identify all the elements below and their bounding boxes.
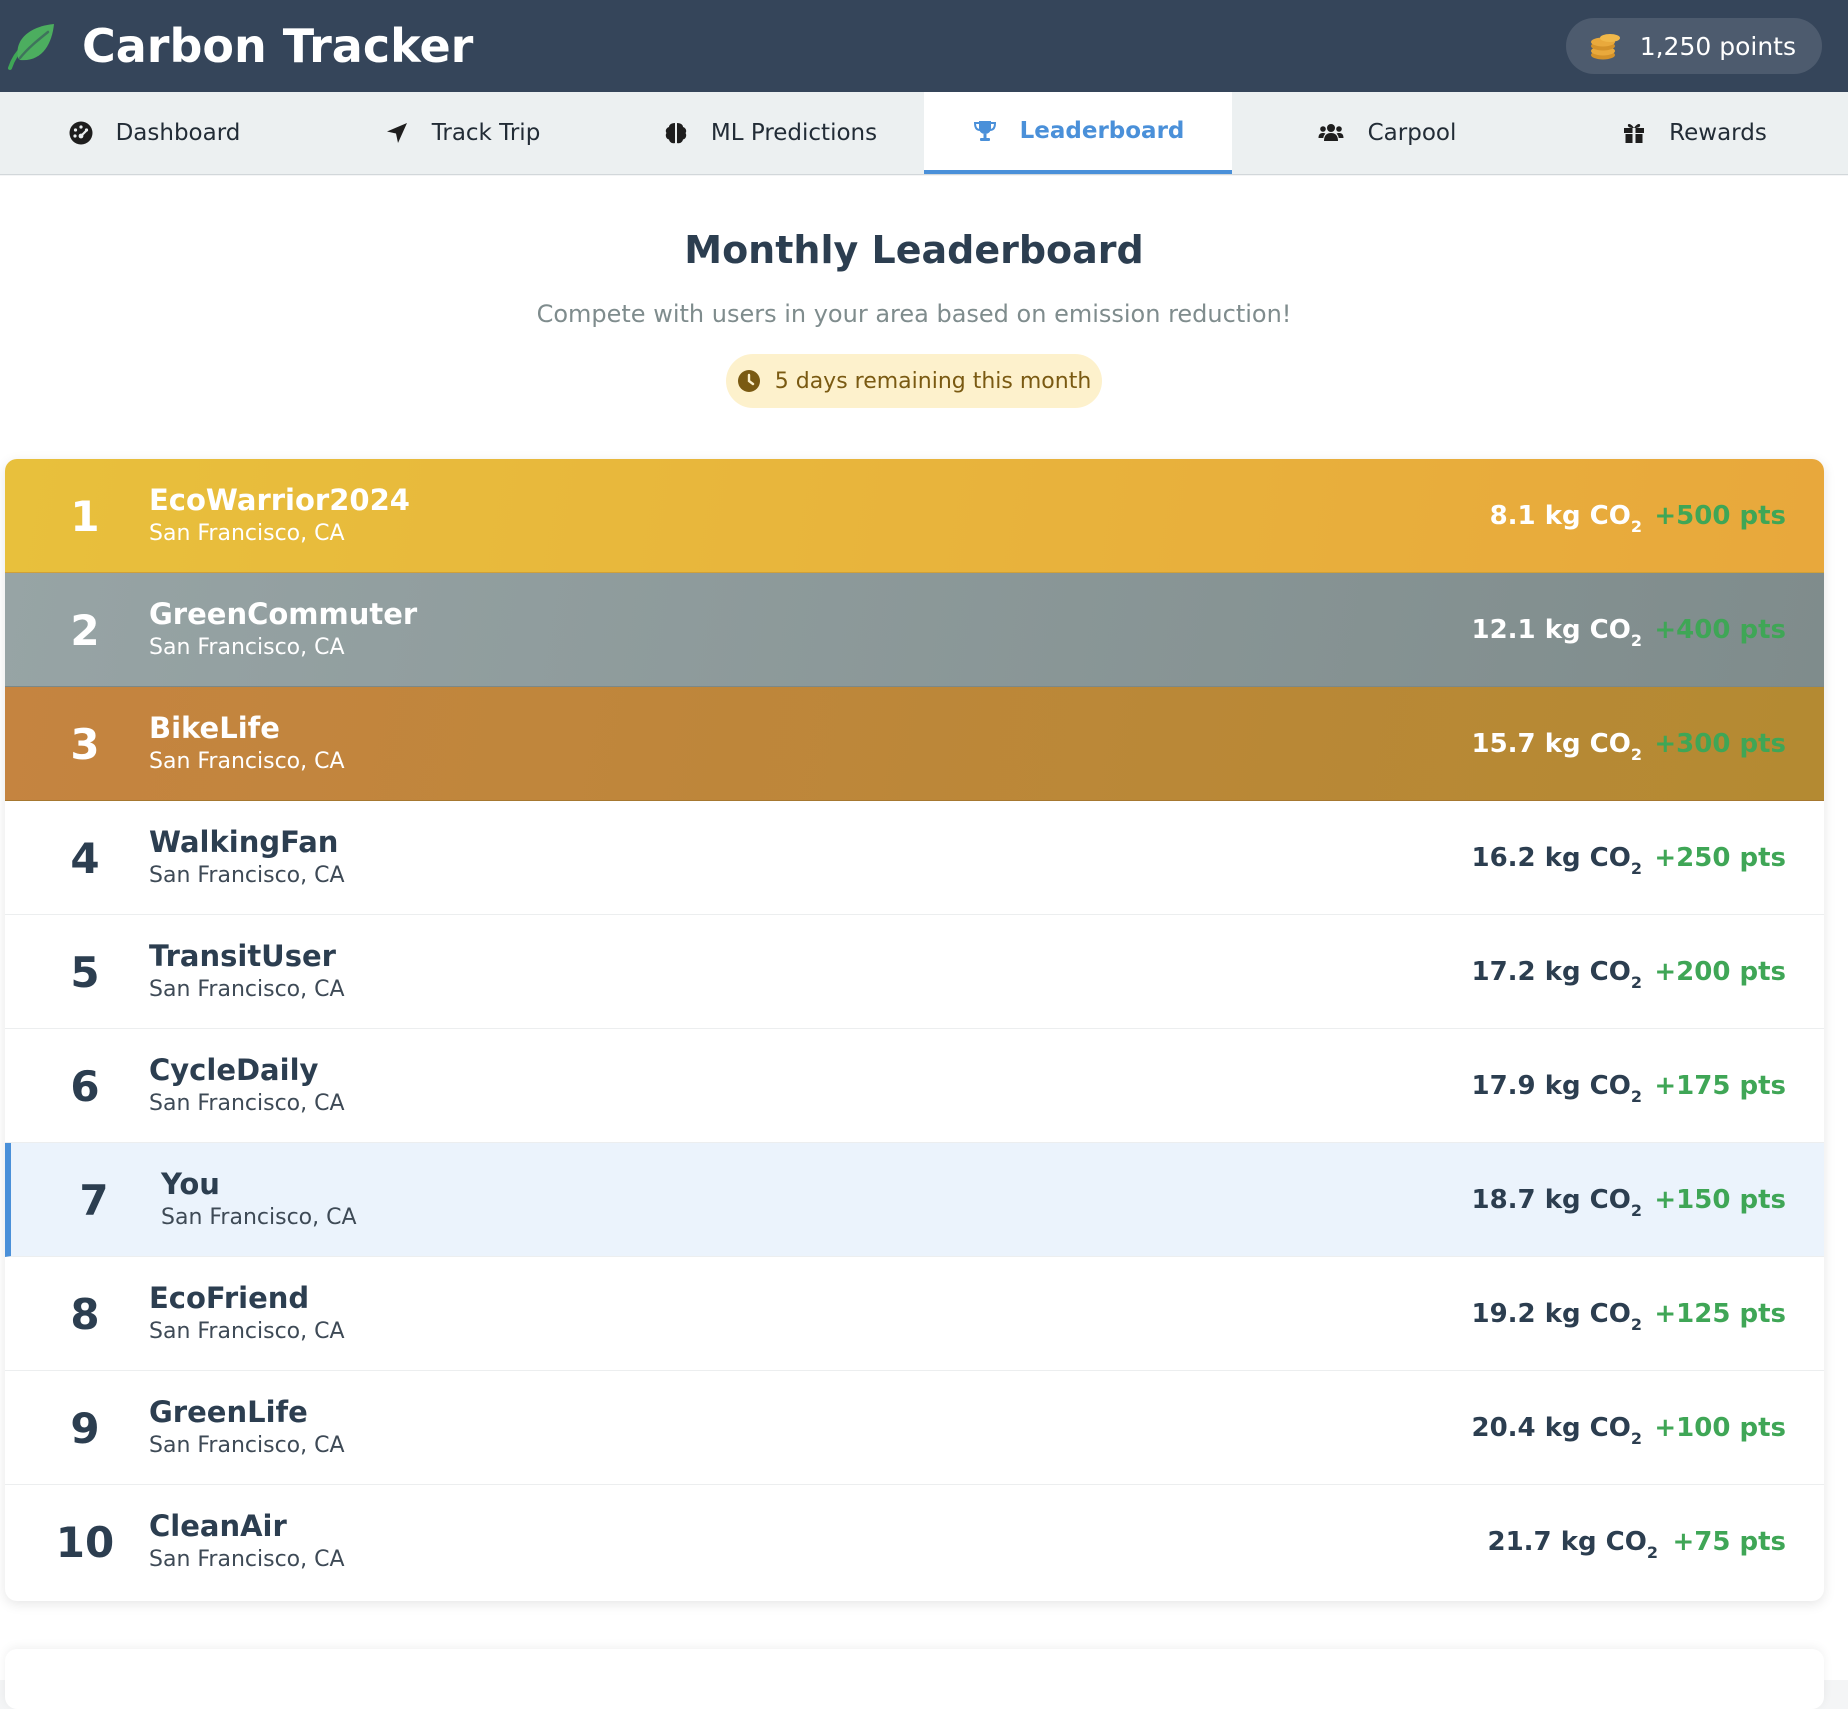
points-badge[interactable]: 1,250 points bbox=[1565, 18, 1822, 74]
user-name: You bbox=[161, 1167, 220, 1201]
rank-number: 10 bbox=[55, 1517, 115, 1567]
user-location: San Francisco, CA bbox=[149, 1433, 345, 1458]
tab-ml-predictions[interactable]: ML Predictions bbox=[616, 92, 924, 174]
leaderboard-table: 1 EcoWarrior2024 San Francisco, CA 8.1 k… bbox=[5, 459, 1824, 1601]
reward-points: +400 pts bbox=[1654, 615, 1786, 645]
reward-points: +125 pts bbox=[1654, 1299, 1786, 1329]
tab-leaderboard[interactable]: Leaderboard bbox=[924, 92, 1232, 174]
leaderboard-row[interactable]: 5 TransitUser San Francisco, CA 17.2 kg … bbox=[5, 915, 1824, 1029]
user-name: GreenCommuter bbox=[149, 597, 418, 631]
user-location: San Francisco, CA bbox=[149, 635, 345, 660]
reward-points: +250 pts bbox=[1654, 843, 1786, 873]
tab-track-trip[interactable]: Track Trip bbox=[308, 92, 616, 174]
leaderboard-row[interactable]: 4 WalkingFan San Francisco, CA 16.2 kg C… bbox=[5, 801, 1824, 915]
brand[interactable]: Carbon Tracker bbox=[6, 19, 473, 73]
leaderboard-row[interactable]: 8 EcoFriend San Francisco, CA 19.2 kg CO… bbox=[5, 1257, 1824, 1371]
user-location: San Francisco, CA bbox=[149, 1319, 345, 1344]
emissions-value: 21.7 kg CO2 bbox=[1487, 1527, 1659, 1562]
tab-label: Carpool bbox=[1367, 120, 1457, 146]
emissions-value: 15.7 kg CO2 bbox=[1471, 729, 1643, 764]
leaderboard-row[interactable]: 10 CleanAir San Francisco, CA 21.7 kg CO… bbox=[5, 1485, 1824, 1599]
tab-rewards[interactable]: Rewards bbox=[1540, 92, 1848, 174]
emissions-value: 12.1 kg CO2 bbox=[1471, 615, 1643, 650]
main-tabs: Dashboard Track Trip ML Predictions Lead… bbox=[0, 92, 1848, 175]
user-location: San Francisco, CA bbox=[149, 749, 345, 774]
app-header: Carbon Tracker 1,250 points bbox=[0, 0, 1848, 92]
points-value: 1,250 points bbox=[1639, 31, 1796, 61]
rank-number: 1 bbox=[70, 491, 100, 541]
reward-points: +175 pts bbox=[1654, 1071, 1786, 1101]
coins-icon bbox=[1590, 34, 1620, 60]
user-name: CleanAir bbox=[149, 1509, 287, 1543]
leaderboard-row-current-user[interactable]: 7 You San Francisco, CA 18.7 kg CO2 +150… bbox=[5, 1143, 1824, 1257]
reward-points: +75 pts bbox=[1672, 1527, 1786, 1557]
rank-number: 3 bbox=[70, 719, 100, 769]
user-location: San Francisco, CA bbox=[149, 1547, 345, 1572]
trophy-icon bbox=[973, 121, 996, 141]
dashboard-gauge-icon bbox=[69, 121, 93, 145]
reward-points: +150 pts bbox=[1654, 1185, 1786, 1215]
reward-points: +500 pts bbox=[1654, 501, 1786, 531]
tab-label: Dashboard bbox=[115, 120, 241, 146]
user-name: EcoFriend bbox=[149, 1281, 310, 1315]
reward-points: +100 pts bbox=[1654, 1413, 1786, 1443]
tab-label: Leaderboard bbox=[1019, 118, 1185, 144]
tab-dashboard[interactable]: Dashboard bbox=[0, 92, 308, 174]
rank-number: 6 bbox=[70, 1061, 100, 1111]
emissions-value: 18.7 kg CO2 bbox=[1471, 1185, 1643, 1220]
emissions-value: 17.2 kg CO2 bbox=[1471, 957, 1643, 992]
tab-label: Rewards bbox=[1669, 120, 1767, 146]
tab-label: Track Trip bbox=[431, 120, 541, 146]
leaderboard-page: Monthly Leaderboard Compete with users i… bbox=[0, 176, 1848, 1709]
emissions-value: 17.9 kg CO2 bbox=[1471, 1071, 1643, 1106]
app-title: Carbon Tracker bbox=[82, 19, 474, 73]
user-name: BikeLife bbox=[149, 711, 280, 745]
user-name: EcoWarrior2024 bbox=[149, 483, 410, 517]
reward-points: +300 pts bbox=[1654, 729, 1786, 759]
gift-icon bbox=[1624, 123, 1645, 143]
page-title: Monthly Leaderboard bbox=[684, 228, 1144, 272]
leaderboard-row[interactable]: 6 CycleDaily San Francisco, CA 17.9 kg C… bbox=[5, 1029, 1824, 1143]
emissions-value: 8.1 kg CO2 bbox=[1489, 501, 1642, 536]
user-name: TransitUser bbox=[149, 939, 336, 973]
page-subtitle: Compete with users in your area based on… bbox=[536, 300, 1292, 328]
clock-icon bbox=[737, 370, 760, 392]
emissions-value: 19.2 kg CO2 bbox=[1471, 1299, 1643, 1334]
rank-number: 7 bbox=[79, 1175, 109, 1225]
countdown-badge: 5 days remaining this month bbox=[726, 354, 1102, 408]
emissions-value: 16.2 kg CO2 bbox=[1471, 843, 1643, 878]
rank-number: 4 bbox=[70, 833, 100, 883]
user-location: San Francisco, CA bbox=[149, 521, 345, 546]
user-location: San Francisco, CA bbox=[149, 1091, 345, 1116]
rank-number: 9 bbox=[70, 1403, 100, 1453]
rank-number: 5 bbox=[70, 947, 100, 997]
leaf-icon bbox=[8, 24, 54, 70]
tab-carpool[interactable]: Carpool bbox=[1232, 92, 1540, 174]
user-location: San Francisco, CA bbox=[149, 977, 345, 1002]
emissions-value: 20.4 kg CO2 bbox=[1471, 1413, 1643, 1448]
user-name: WalkingFan bbox=[149, 825, 339, 859]
location-arrow-icon bbox=[386, 123, 407, 143]
tab-label: ML Predictions bbox=[710, 120, 878, 146]
leaderboard-row[interactable]: 1 EcoWarrior2024 San Francisco, CA 8.1 k… bbox=[5, 459, 1824, 573]
leaderboard-row[interactable]: 2 GreenCommuter San Francisco, CA 12.1 k… bbox=[5, 573, 1824, 687]
users-icon bbox=[1318, 124, 1344, 141]
countdown-text: 5 days remaining this month bbox=[774, 368, 1092, 394]
user-location: San Francisco, CA bbox=[161, 1205, 357, 1230]
leaderboard-row[interactable]: 9 GreenLife San Francisco, CA 20.4 kg CO… bbox=[5, 1371, 1824, 1485]
user-name: GreenLife bbox=[149, 1395, 308, 1429]
user-location: San Francisco, CA bbox=[149, 863, 345, 888]
user-name: CycleDaily bbox=[149, 1053, 319, 1087]
reward-points: +200 pts bbox=[1654, 957, 1786, 987]
rank-number: 8 bbox=[70, 1289, 100, 1339]
rank-number: 2 bbox=[70, 605, 100, 655]
brain-icon bbox=[665, 123, 687, 144]
next-section-card bbox=[5, 1649, 1824, 1709]
leaderboard-row[interactable]: 3 BikeLife San Francisco, CA 15.7 kg CO2… bbox=[5, 687, 1824, 801]
